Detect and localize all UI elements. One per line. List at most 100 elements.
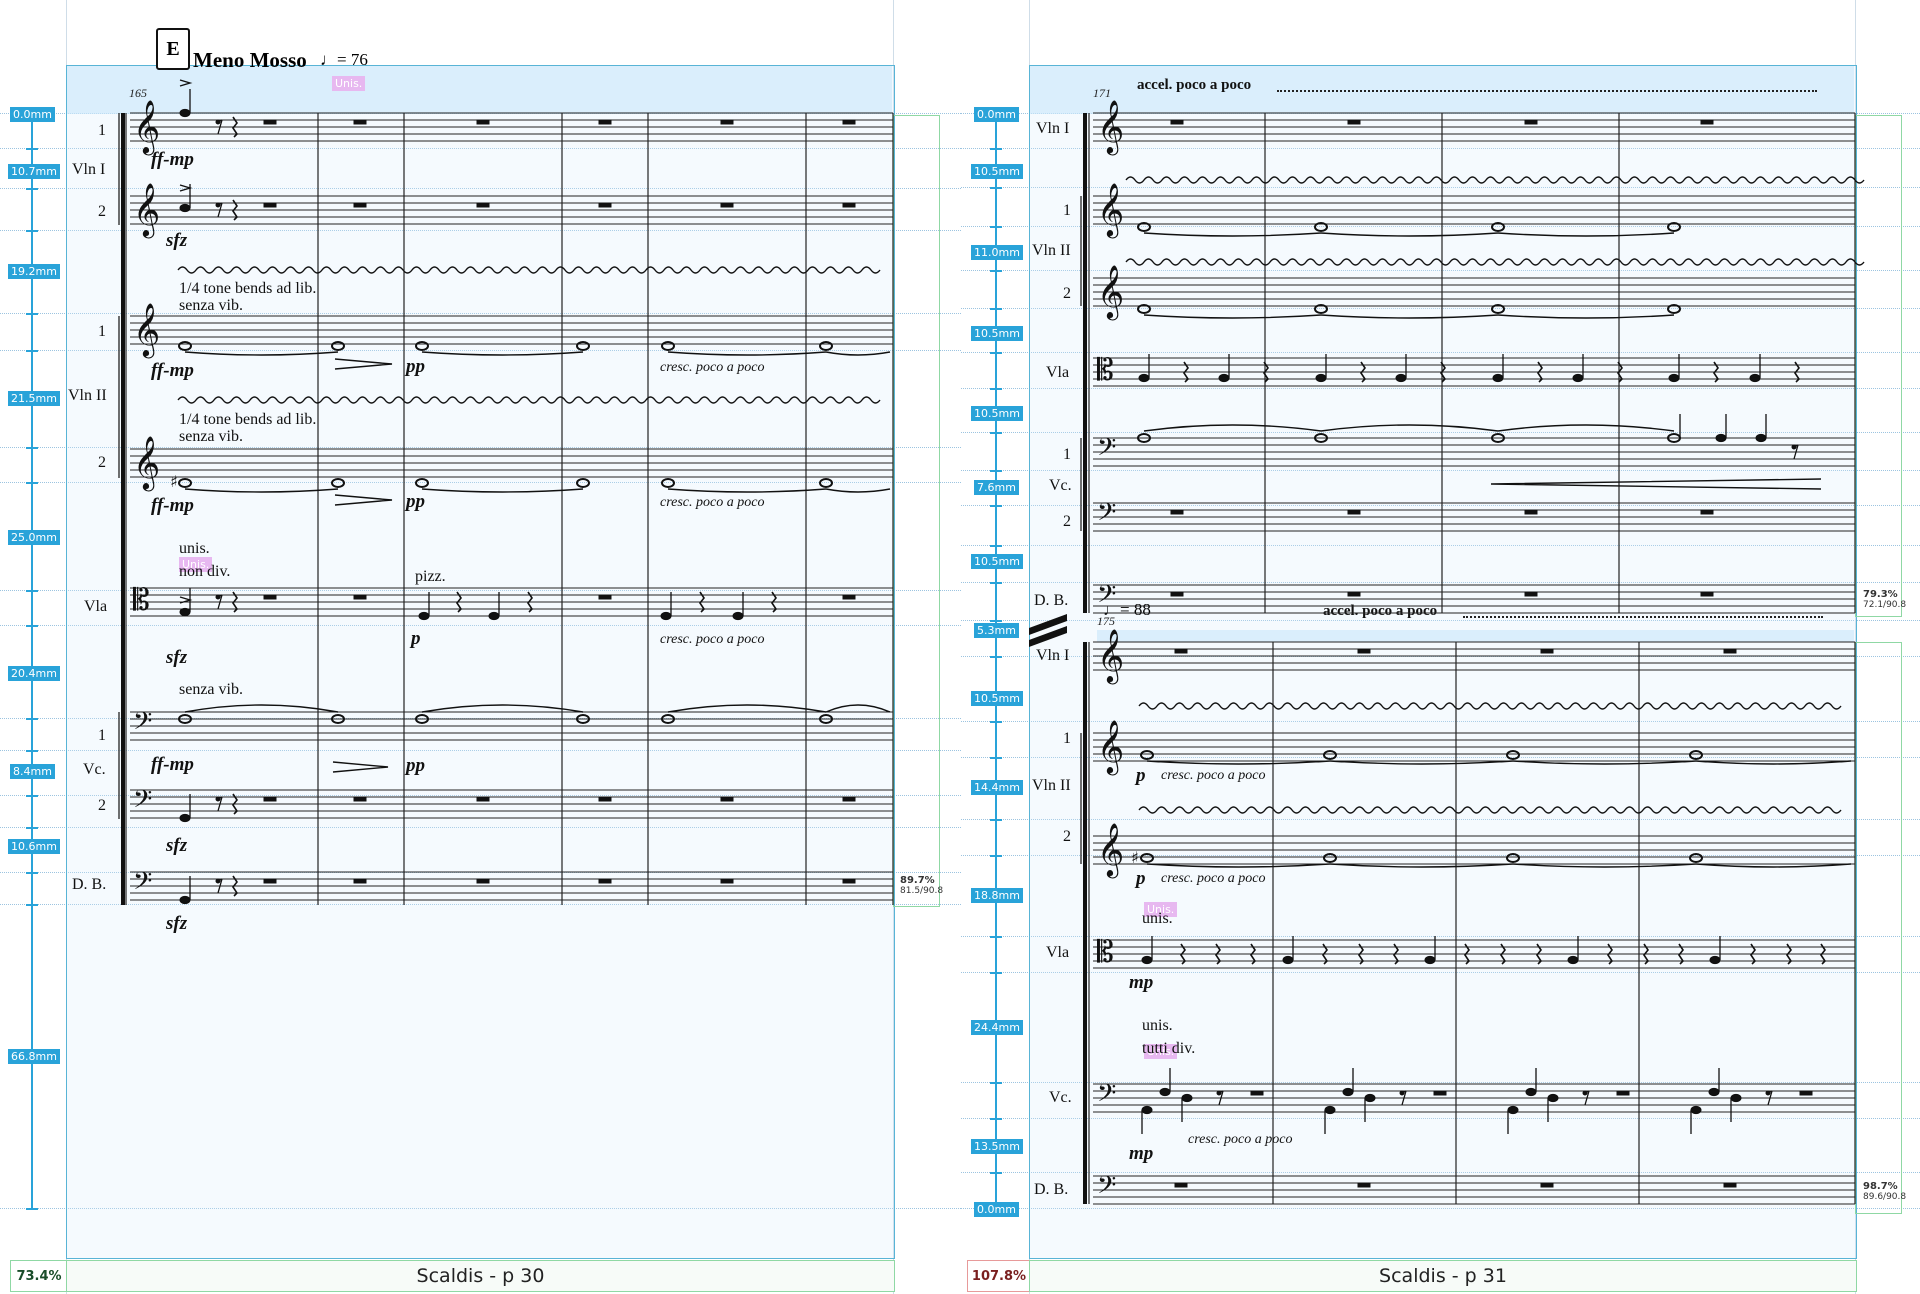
whole-rest	[842, 594, 856, 600]
treble-clef-icon: 𝄞	[1097, 822, 1124, 878]
whole-rest	[263, 878, 277, 884]
whole-rest	[842, 796, 856, 802]
note-head	[1315, 373, 1327, 383]
note-head	[1572, 373, 1584, 383]
tie-arc	[1497, 232, 1675, 237]
whole-rest	[1347, 509, 1361, 515]
bass-clef-icon: 𝄢	[133, 707, 152, 742]
bass-clef-icon: 𝄢	[1097, 433, 1116, 468]
whole-rest	[1524, 509, 1538, 515]
treble-clef-icon: 𝄞	[1097, 628, 1124, 684]
system-bracket	[121, 113, 125, 905]
whole-rest	[720, 878, 734, 884]
bass-clef-icon: 𝄢	[1097, 1171, 1116, 1206]
whole-note	[1323, 750, 1337, 760]
bass-clef-icon: 𝄢	[133, 867, 152, 902]
note-head	[179, 203, 191, 213]
note-head	[179, 813, 191, 823]
vibrato-line	[177, 266, 881, 274]
whole-note	[576, 478, 590, 488]
notes: 𝄞 𝄞 𝄞 𝄞 𝄡 𝄢 𝄢 𝄢 ♯	[133, 89, 856, 905]
diminuendo-hairpin	[334, 358, 393, 370]
note-head	[1395, 373, 1407, 383]
whole-rest	[353, 119, 367, 125]
note-head	[1324, 1105, 1336, 1115]
accent-mark	[179, 79, 193, 87]
note-head	[1141, 955, 1153, 965]
whole-note	[1140, 853, 1154, 863]
note-head	[1709, 955, 1721, 965]
note-head	[732, 611, 744, 621]
score-page-30: 89.7% 81.5/90.8 0.0mm 10.7mm 19.2mm 21.5m…	[0, 0, 961, 1294]
whole-rest	[720, 796, 734, 802]
tie-arc	[667, 488, 827, 493]
note-head	[1749, 373, 1761, 383]
whole-note	[331, 341, 345, 351]
vibrato-line	[1138, 702, 1842, 710]
treble-clef-icon: 𝄞	[133, 99, 160, 155]
system-bracket	[1083, 113, 1087, 613]
treble-clef-icon: 𝄞	[1097, 264, 1124, 320]
whole-note	[331, 478, 345, 488]
barlines	[1080, 113, 1856, 1204]
whole-rest	[598, 119, 612, 125]
score-page-31: 79.3% 72.1/90.8 98.7% 89.6/90.8 0.0mm 10.5…	[961, 0, 1920, 1294]
whole-note	[1323, 853, 1337, 863]
treble-clef-icon: 𝄞	[1097, 719, 1124, 775]
whole-rest	[1170, 119, 1184, 125]
barlines	[118, 113, 894, 905]
whole-rest	[476, 796, 490, 802]
tie-arc	[421, 704, 584, 713]
note-head	[179, 607, 191, 617]
whole-rest	[353, 202, 367, 208]
staff-lines	[1093, 112, 1855, 1205]
tie-arc	[1143, 424, 1322, 432]
tie-arc	[667, 704, 827, 713]
whole-rest	[1357, 648, 1371, 654]
whole-rest	[1433, 1090, 1447, 1096]
note-head	[1138, 373, 1150, 383]
whole-rest	[353, 796, 367, 802]
tie-arc	[825, 488, 891, 493]
alto-clef-icon: 𝄡	[1097, 935, 1114, 970]
note-head	[1492, 373, 1504, 383]
tie-arc	[1320, 424, 1499, 432]
bass-clef-icon: 𝄢	[1097, 1079, 1116, 1114]
vibrato-line	[177, 396, 881, 404]
alto-clef-icon: 𝄡	[1097, 353, 1114, 388]
note-head	[1181, 1093, 1193, 1103]
whole-rest	[598, 796, 612, 802]
whole-rest	[598, 202, 612, 208]
whole-note	[178, 341, 192, 351]
left-score-notation: 𝄞 𝄞 𝄞 𝄞 𝄡 𝄢 𝄢 𝄢 ♯	[118, 79, 894, 905]
whole-rest	[1524, 119, 1538, 125]
whole-rest	[1170, 509, 1184, 515]
note-head	[179, 895, 191, 905]
whole-note	[661, 341, 675, 351]
whole-note	[1140, 750, 1154, 760]
note-head	[1567, 955, 1579, 965]
whole-rest	[598, 878, 612, 884]
note-head	[1755, 433, 1767, 443]
note-head	[1668, 373, 1680, 383]
note-head	[1424, 955, 1436, 965]
system-bracket	[1083, 642, 1087, 1204]
bass-clef-icon: 𝄢	[133, 785, 152, 820]
alto-clef-icon: 𝄡	[133, 583, 150, 618]
tie-arc	[825, 704, 891, 713]
note-head	[1690, 1105, 1702, 1115]
whole-rest	[353, 594, 367, 600]
whole-rest	[842, 878, 856, 884]
note-head	[1547, 1093, 1559, 1103]
whole-rest	[1616, 1090, 1630, 1096]
ornaments	[177, 79, 891, 773]
whole-rest	[1700, 119, 1714, 125]
diminuendo-hairpin	[332, 761, 389, 773]
note-head	[1715, 433, 1727, 443]
whole-note	[576, 341, 590, 351]
whole-rest	[1540, 1182, 1554, 1188]
sharp-icon: ♯	[170, 472, 178, 491]
whole-rest	[1540, 648, 1554, 654]
note-head	[1159, 1087, 1171, 1097]
note-head	[1282, 955, 1294, 965]
